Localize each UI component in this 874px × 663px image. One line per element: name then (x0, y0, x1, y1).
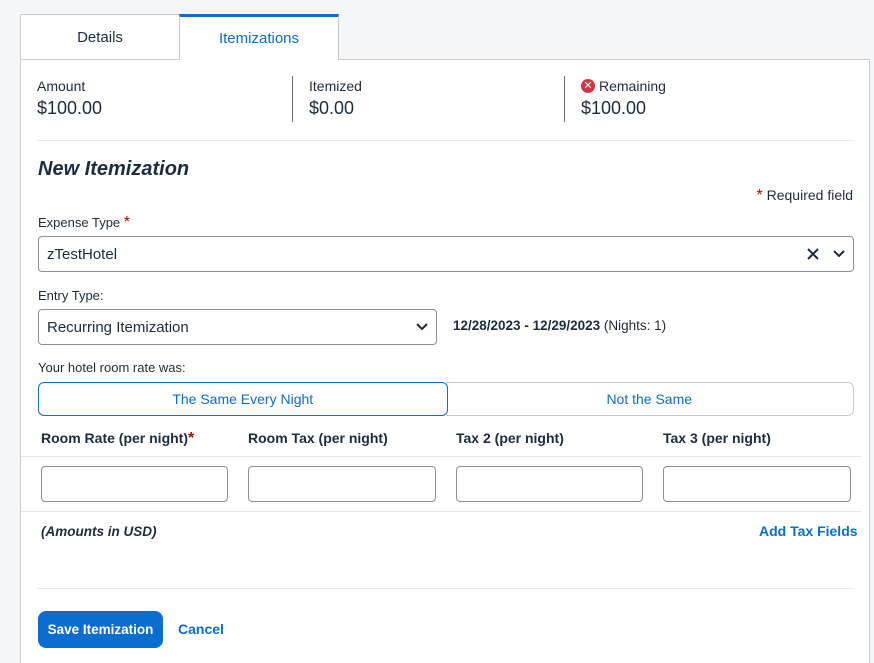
amount-label: Amount (37, 78, 86, 94)
required-note-label: Required field (766, 187, 853, 203)
itemized-value: $0.00 (309, 98, 355, 118)
divider (37, 588, 853, 589)
amount-summary: Amount $100.00 (37, 78, 102, 119)
stay-dates: 12/28/2023 - 12/29/2023 (Nights: 1) (453, 318, 666, 333)
nights-count: (Nights: 1) (603, 318, 667, 333)
expense-type-select[interactable]: zTestHotel (38, 236, 854, 272)
room-tax-header: Room Tax (per night) (248, 430, 388, 446)
required-star: * (123, 214, 131, 231)
summary-bar: Amount $100.00 Itemized $0.00 ✕ Remainin… (21, 60, 869, 140)
form-title: New Itemization (38, 158, 190, 180)
error-circle-icon: ✕ (581, 79, 595, 93)
summary-divider (292, 76, 293, 122)
required-star: * (756, 187, 763, 204)
date-range: 12/28/2023 - 12/29/2023 (453, 318, 601, 333)
tab-itemizations[interactable]: Itemizations (179, 14, 339, 60)
amounts-currency-note: (Amounts in USD) (41, 524, 157, 539)
same-every-night-button[interactable]: The Same Every Night (38, 382, 448, 416)
cancel-link[interactable]: Cancel (178, 621, 224, 637)
itemized-label: Itemized (309, 78, 362, 94)
remaining-summary: ✕ Remaining $100.00 (581, 78, 666, 119)
amount-value: $100.00 (37, 98, 103, 118)
chevron-down-icon[interactable] (408, 322, 436, 332)
entry-type-label: Entry Type: (38, 288, 104, 303)
divider (37, 140, 853, 141)
clear-icon[interactable] (801, 247, 825, 261)
chevron-down-icon[interactable] (825, 249, 853, 259)
divider (21, 511, 861, 512)
tab-bar: Details Itemizations (20, 14, 339, 60)
tab-details[interactable]: Details (20, 14, 180, 60)
room-rate-question: Your hotel room rate was: (38, 360, 186, 375)
add-tax-fields-link[interactable]: Add Tax Fields (759, 523, 858, 539)
tax-2-input[interactable] (456, 466, 643, 502)
room-rate-header: Room Rate (per night)* (41, 430, 195, 447)
required-note: * Required field (756, 187, 853, 205)
remaining-value: $100.00 (581, 98, 647, 118)
expense-type-value: zTestHotel (47, 245, 118, 263)
required-star: * (188, 430, 195, 447)
entry-type-value: Recurring Itemization (47, 318, 189, 336)
summary-divider (564, 76, 565, 122)
not-the-same-button[interactable]: Not the Same (445, 382, 854, 416)
room-rate-toggle: The Same Every Night Not the Same (38, 382, 854, 416)
itemization-panel: Amount $100.00 Itemized $0.00 ✕ Remainin… (20, 59, 870, 663)
save-itemization-button[interactable]: Save Itemization (38, 611, 163, 648)
room-tax-input[interactable] (248, 466, 436, 502)
remaining-label: Remaining (599, 78, 666, 94)
entry-type-select[interactable]: Recurring Itemization (38, 309, 437, 345)
expense-type-label: Expense Type * (38, 214, 131, 231)
tax-2-header: Tax 2 (per night) (456, 430, 564, 446)
itemized-summary: Itemized $0.00 (309, 78, 362, 119)
tax-3-input[interactable] (663, 466, 851, 502)
room-rate-input[interactable] (41, 466, 228, 502)
tax-3-header: Tax 3 (per night) (663, 430, 771, 446)
divider (21, 456, 861, 457)
